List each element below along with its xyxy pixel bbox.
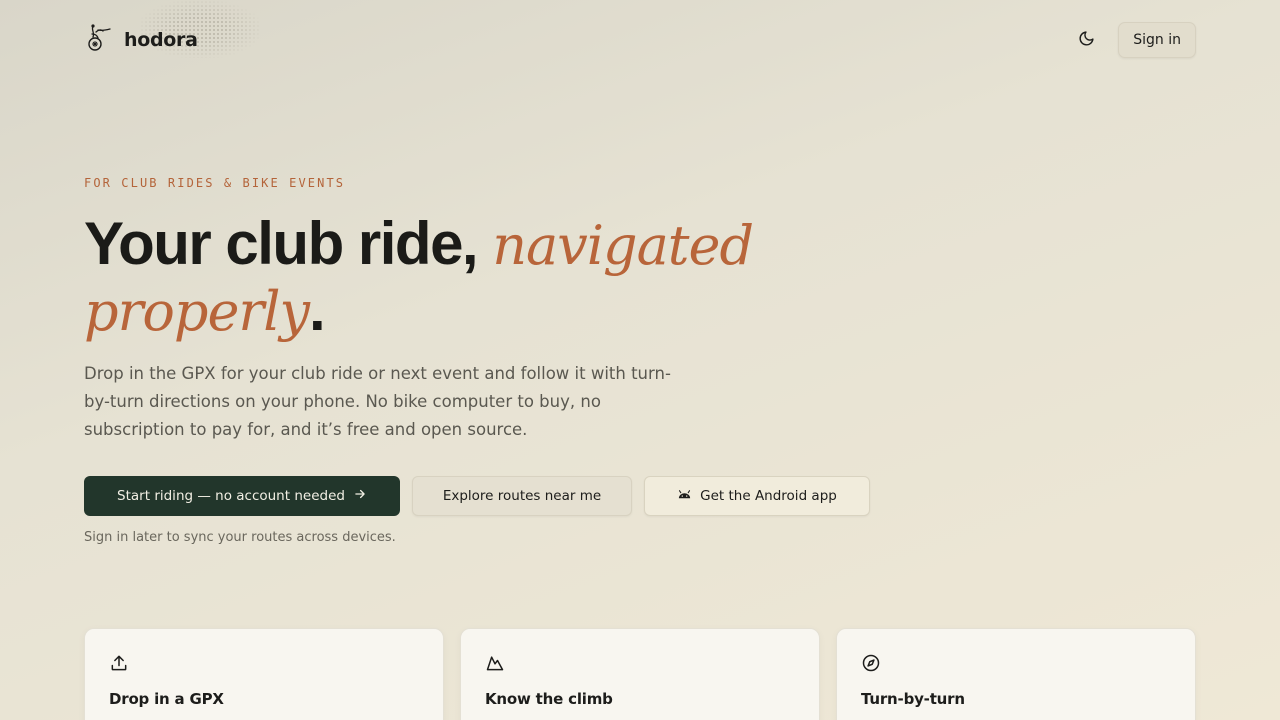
feature-card-climb: Know the climb: [460, 628, 820, 720]
mountain-icon: [485, 653, 507, 675]
theme-toggle-button[interactable]: [1070, 24, 1102, 56]
upload-icon: [109, 653, 131, 675]
moon-icon: [1078, 30, 1095, 51]
explore-routes-label: Explore routes near me: [442, 488, 602, 504]
brand-name: hodora: [124, 29, 198, 51]
hero-title-accent1: navigated: [492, 214, 754, 277]
start-riding-label: Start riding — no account needed: [117, 488, 345, 504]
hero-description: Drop in the GPX for your club ride or ne…: [84, 364, 671, 439]
arrow-right-icon: [353, 487, 367, 505]
feature-title: Drop in a GPX: [109, 690, 224, 708]
feature-title: Know the climb: [485, 690, 613, 708]
compass-icon: [861, 653, 883, 675]
site-header: hodora Sign in: [84, 20, 1196, 60]
start-riding-button[interactable]: Start riding — no account needed: [84, 476, 400, 516]
feature-cards: Drop in a GPX Know the climb Turn-by-tur…: [84, 628, 1196, 720]
android-app-label: Get the Android app: [700, 488, 837, 504]
android-icon: [677, 487, 692, 506]
hero-title-accent2: properly: [84, 280, 310, 343]
sync-hint: Sign in later to sync your routes across…: [84, 530, 396, 545]
feature-title: Turn-by-turn: [861, 690, 965, 708]
brand-link[interactable]: hodora: [84, 22, 198, 58]
explore-routes-button[interactable]: Explore routes near me: [412, 476, 632, 516]
hero-eyebrow: FOR CLUB RIDES & BIKE EVENTS: [84, 176, 346, 190]
cta-group: Start riding — no account needed Explore…: [84, 476, 870, 516]
hero-title-part1: Your club ride,: [84, 210, 493, 277]
hero-title: Your club ride, navigated properly.: [84, 212, 804, 344]
hero-title-end: .: [309, 276, 326, 343]
sign-in-button[interactable]: Sign in: [1118, 22, 1196, 58]
feature-card-turn: Turn-by-turn: [836, 628, 1196, 720]
android-app-button[interactable]: Get the Android app: [644, 476, 870, 516]
feature-card-gpx: Drop in a GPX: [84, 628, 444, 720]
cyclist-logo-icon: [84, 22, 116, 58]
